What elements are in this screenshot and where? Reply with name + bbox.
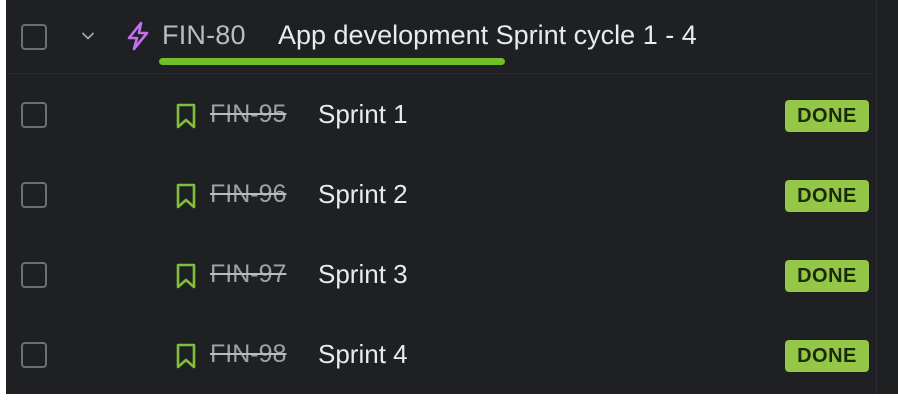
child-issue-title[interactable]: Sprint 1 [318,98,408,130]
child-issue-key[interactable]: FIN-96 [210,178,286,210]
child-issue-row[interactable]: FIN-98 Sprint 4 DONE [6,314,894,394]
status-badge[interactable]: DONE [785,260,869,292]
bookmark-icon [176,183,196,209]
child-select-checkbox[interactable] [21,342,47,368]
child-issue-row[interactable]: FIN-97 Sprint 3 DONE [6,234,894,314]
child-select-checkbox[interactable] [21,102,47,128]
chevron-down-icon[interactable] [80,28,96,44]
child-issue-key[interactable]: FIN-97 [210,258,286,290]
lightning-bolt-icon [127,21,149,51]
child-issue-title[interactable]: Sprint 2 [318,178,408,210]
parent-select-checkbox[interactable] [21,24,47,50]
bookmark-icon [176,103,196,129]
bottom-edge [0,394,898,402]
parent-issue-key[interactable]: FIN-80 [162,18,246,52]
status-badge[interactable]: DONE [785,340,869,372]
bookmark-icon [176,263,196,289]
child-select-checkbox[interactable] [21,182,47,208]
child-issue-title[interactable]: Sprint 4 [318,338,408,370]
right-scroll-rail [876,0,898,402]
parent-issue-title[interactable]: App development Sprint cycle 1 - 4 [278,18,697,52]
bookmark-icon [176,343,196,369]
status-badge[interactable]: DONE [785,100,869,132]
child-issue-row[interactable]: FIN-96 Sprint 2 DONE [6,154,894,234]
child-issue-row[interactable]: FIN-95 Sprint 1 DONE [6,74,894,154]
status-badge[interactable]: DONE [785,180,869,212]
parent-progress-bar [159,58,505,65]
child-issue-key[interactable]: FIN-95 [210,98,286,130]
issue-hierarchy-panel: FIN-80 App development Sprint cycle 1 - … [0,0,898,402]
child-select-checkbox[interactable] [21,262,47,288]
child-issue-key[interactable]: FIN-98 [210,338,286,370]
parent-issue-row[interactable]: FIN-80 App development Sprint cycle 1 - … [6,0,894,74]
child-issue-title[interactable]: Sprint 3 [318,258,408,290]
